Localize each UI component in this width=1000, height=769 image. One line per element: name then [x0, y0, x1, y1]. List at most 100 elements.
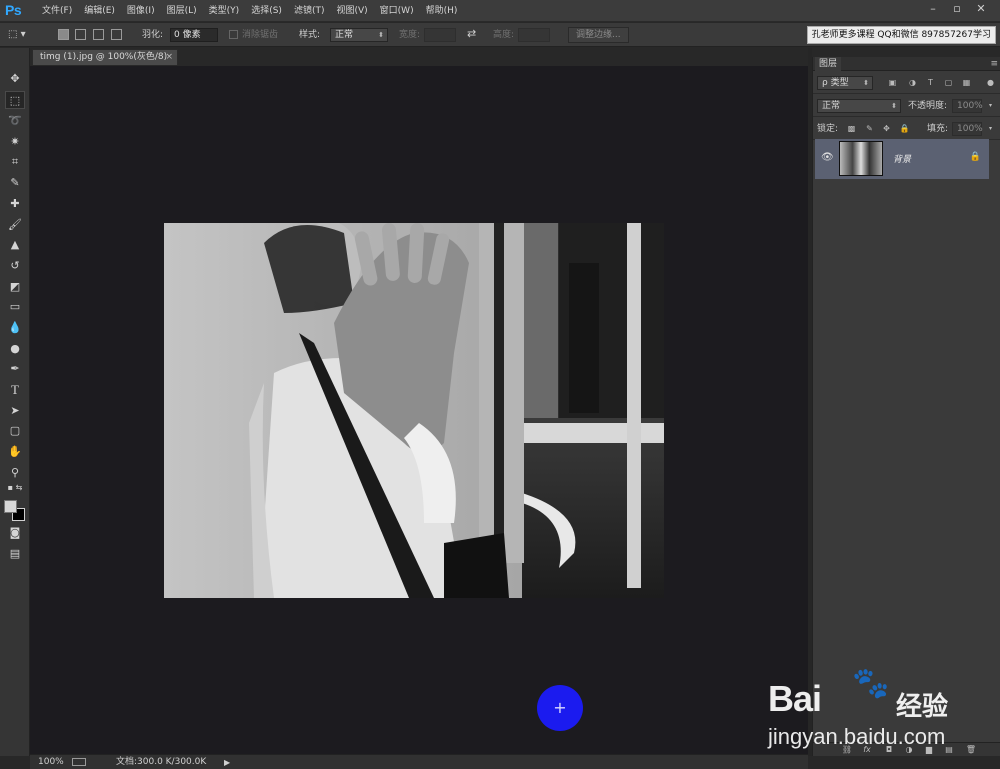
layer-filter-select[interactable]: ρ 类型 ⬍: [817, 76, 873, 90]
fill-label: 填充:: [927, 124, 949, 134]
history-brush-tool-icon[interactable]: ↺: [5, 257, 25, 275]
panel-menu-icon[interactable]: ≡: [990, 57, 998, 71]
status-bar: 100% 文档:300.0 K/300.0K ▶: [30, 754, 808, 769]
blend-mode-value: 正常: [822, 101, 841, 111]
lasso-tool-icon[interactable]: ➰: [5, 112, 25, 130]
menu-edit[interactable]: 编辑(E): [78, 0, 121, 22]
photoshop-logo: Ps: [5, 2, 22, 18]
blend-mode-select[interactable]: 正常 ⬍: [817, 99, 901, 113]
tools-panel: ✥ ⬚ ➰ ✷ ⌗ ✎ ✚ 🖌 ▲ ↺ ◩ ▭ 💧 ● ✒ T ➤ ▢ ✋ ⚲ …: [0, 48, 30, 756]
minimize-button[interactable]: –: [922, 0, 944, 18]
watermark-brand: Bai: [768, 678, 822, 719]
crop-tool-icon[interactable]: ⌗: [5, 153, 25, 171]
style-select[interactable]: 正常 ⬍: [330, 28, 388, 42]
layer-lock-icon: 🔒: [969, 152, 981, 162]
close-icon[interactable]: ×: [165, 50, 173, 65]
menu-view[interactable]: 视图(V): [330, 0, 373, 22]
default-colors-icon[interactable]: ▪ ⇆: [5, 482, 25, 494]
filter-toggle-icon[interactable]: ●: [985, 77, 996, 88]
adjustment-filter-icon[interactable]: ◑: [907, 77, 918, 88]
dodge-tool-icon[interactable]: ●: [5, 340, 25, 358]
width-input[interactable]: [424, 28, 456, 42]
watermark-url: jingyan.baidu.com: [768, 724, 946, 749]
menu-help[interactable]: 帮助(H): [420, 0, 464, 22]
screen-mode-icon[interactable]: ▤: [5, 545, 25, 563]
chevron-down-icon: ⬍: [378, 31, 384, 39]
restore-button[interactable]: ▫: [946, 0, 968, 18]
gradient-tool-icon[interactable]: ▭: [5, 298, 25, 316]
opacity-chevron-icon[interactable]: ▾: [985, 100, 996, 111]
document-tab[interactable]: timg (1).jpg @ 100%(灰色/8) ×: [32, 49, 178, 65]
eraser-tool-icon[interactable]: ◩: [5, 278, 25, 296]
layer-thumbnail: [839, 141, 883, 176]
menu-image[interactable]: 图像(I): [121, 0, 161, 22]
baidu-watermark: Bai 🐾 经验 jingyan.baidu.com: [768, 660, 998, 760]
lock-position-icon[interactable]: ✥: [881, 123, 892, 134]
menu-window[interactable]: 窗口(W): [374, 0, 420, 22]
type-tool-icon[interactable]: T: [5, 381, 25, 399]
menu-layer[interactable]: 图层(L): [161, 0, 203, 22]
refine-edge-button[interactable]: 调整边缘...: [568, 27, 629, 43]
stamp-tool-icon[interactable]: ▲: [5, 236, 25, 254]
chevron-down-icon: ⬍: [863, 79, 869, 87]
subtract-selection-icon[interactable]: [93, 29, 104, 40]
brush-tool-icon[interactable]: 🖌: [5, 216, 25, 234]
eyedropper-tool-icon[interactable]: ✎: [5, 174, 25, 192]
move-tool-icon[interactable]: ✥: [5, 70, 25, 88]
feather-input[interactable]: 0 像素: [170, 28, 218, 42]
add-selection-icon[interactable]: [75, 29, 86, 40]
path-select-tool-icon[interactable]: ➤: [5, 402, 25, 420]
type-filter-icon[interactable]: T: [925, 77, 936, 88]
healing-brush-tool-icon[interactable]: ✚: [5, 195, 25, 213]
lock-transparent-icon[interactable]: ▩: [846, 123, 857, 134]
tab-layers[interactable]: 图层: [815, 57, 842, 71]
style-label: 样式:: [299, 30, 321, 40]
feather-label: 羽化:: [142, 30, 164, 40]
status-menu-arrow-icon[interactable]: ▶: [224, 756, 230, 769]
menu-type[interactable]: 类型(Y): [203, 0, 246, 22]
smart-object-filter-icon[interactable]: ▦: [961, 77, 972, 88]
layer-name[interactable]: 背景: [893, 152, 911, 165]
lock-row: 锁定: ▩ ✎ ✥ 🔒 填充: 100% ▾: [813, 118, 1000, 140]
paw-icon: 🐾: [852, 666, 890, 701]
menu-select[interactable]: 选择(S): [245, 0, 288, 22]
opacity-input[interactable]: 100%: [952, 99, 983, 113]
quick-mask-icon[interactable]: ◙: [5, 524, 25, 542]
options-bar: ⬚ ▾ 羽化: 0 像素 消除锯齿 样式: 正常 ⬍ 宽度: ⇄ 高度: 调整边缘…: [0, 23, 1000, 47]
layer-row-background[interactable]: 👁 背景 🔒: [815, 139, 989, 179]
menu-file[interactable]: 文件(F): [36, 0, 78, 22]
height-input[interactable]: [518, 28, 550, 42]
lock-pixels-icon[interactable]: ✎: [864, 123, 875, 134]
crosshair-icon: +: [553, 698, 567, 717]
close-button[interactable]: ✕: [970, 0, 992, 18]
style-select-value: 正常: [335, 30, 354, 40]
fill-input[interactable]: 100%: [952, 122, 983, 136]
lock-all-icon[interactable]: 🔒: [899, 123, 910, 134]
visibility-eye-icon[interactable]: 👁: [821, 152, 834, 163]
hand-tool-icon[interactable]: ✋: [5, 443, 25, 461]
blend-row: 正常 ⬍ 不透明度: 100% ▾: [813, 95, 1000, 117]
intersect-selection-icon[interactable]: [111, 29, 122, 40]
canvas-area[interactable]: +: [30, 66, 808, 754]
proof-icon[interactable]: [72, 758, 86, 766]
promo-banner: 孔老师更多课程 QQ和微信 897857267学习: [806, 26, 996, 44]
zoom-level[interactable]: 100%: [38, 756, 64, 769]
antialias-checkbox[interactable]: [229, 30, 238, 39]
shape-filter-icon[interactable]: ▢: [943, 77, 954, 88]
zoom-tool-icon[interactable]: ⚲: [5, 464, 25, 482]
chevron-down-icon: ⬍: [891, 102, 897, 110]
magic-wand-tool-icon[interactable]: ✷: [5, 133, 25, 151]
rectangle-tool-icon[interactable]: ▢: [5, 422, 25, 440]
marquee-tool-icon[interactable]: ⬚: [5, 91, 25, 109]
blur-tool-icon[interactable]: 💧: [5, 319, 25, 337]
fill-chevron-icon[interactable]: ▾: [985, 123, 996, 134]
pen-tool-icon[interactable]: ✒: [5, 360, 25, 378]
menu-filter[interactable]: 滤镜(T): [288, 0, 331, 22]
height-label: 高度:: [493, 30, 515, 40]
document-image[interactable]: [164, 223, 664, 598]
new-selection-icon[interactable]: [58, 29, 69, 40]
pixel-filter-icon[interactable]: ▣: [887, 77, 898, 88]
marquee-preset-icon[interactable]: ⬚ ▾: [8, 28, 26, 42]
foreground-color-swatch[interactable]: [4, 500, 17, 513]
swap-icon[interactable]: ⇄: [467, 27, 476, 41]
